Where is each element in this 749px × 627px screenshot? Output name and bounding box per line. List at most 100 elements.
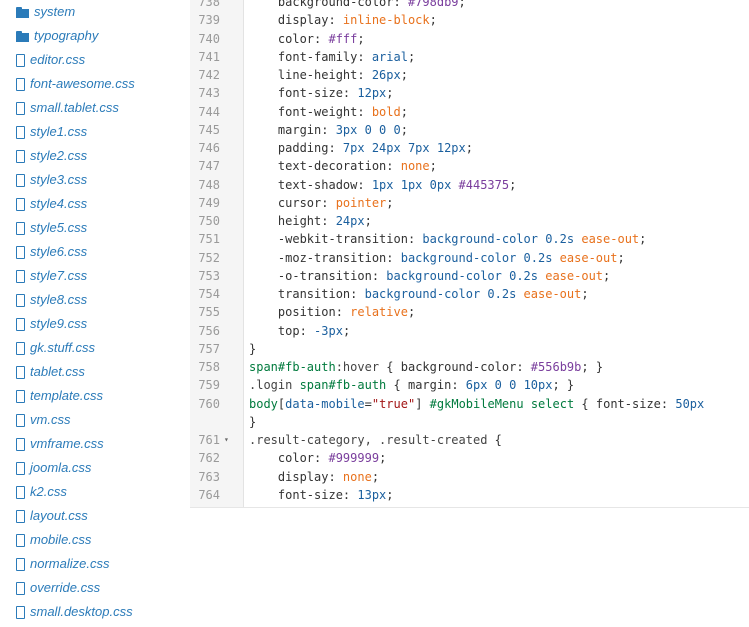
tree-file-item[interactable]: style1.css: [16, 120, 87, 144]
tree-file-item[interactable]: style5.css: [16, 216, 87, 240]
file-tree-panel: system typography editor.css font-awesome.c…: [0, 0, 190, 627]
code-token: top:: [249, 323, 315, 338]
code-token: #556b9b: [530, 360, 582, 374]
code-token: 7px 24px 7px 12px: [342, 141, 466, 155]
code-line: margin: 3px 0 0 0;: [249, 121, 408, 139]
code-line: background-color: #798db9;: [249, 0, 466, 11]
code-line: font-size: 12px;: [249, 84, 394, 102]
code-token: {: [379, 360, 401, 374]
file-icon: [16, 101, 25, 115]
tree-file-item[interactable]: tablet.css: [16, 360, 85, 384]
code-token: ;: [379, 451, 387, 466]
line-number: 755: [198, 305, 220, 320]
tree-item-label: typography: [34, 28, 99, 43]
code-line: height: 24px;: [249, 212, 372, 230]
code-token: font-family:: [249, 49, 372, 64]
code-line: display: inline-block;: [249, 11, 437, 29]
code-editor[interactable]: 738 739 740 741 742 743 744 745 746 747 748 749 750 7…: [190, 0, 749, 508]
code-token: ;: [407, 49, 416, 64]
tree-file-item[interactable]: style4.css: [16, 192, 87, 216]
file-icon: [16, 269, 25, 283]
code-token: arial: [371, 49, 408, 64]
line-number: 763: [198, 469, 220, 484]
code-line: text-shadow: 1px 1px 0px #445375;: [249, 176, 516, 194]
code-token: ;: [371, 469, 380, 484]
line-number: 754: [198, 287, 220, 301]
code-token: "true": [371, 396, 416, 411]
tree-folder-item[interactable]: typography: [16, 24, 98, 48]
tree-file-item[interactable]: k2.css: [16, 480, 67, 504]
code-token: margin:: [249, 122, 336, 137]
tree-file-item[interactable]: template.css: [16, 384, 103, 408]
code-token: 24px: [335, 214, 365, 228]
tree-file-item[interactable]: override.css: [16, 576, 100, 600]
code-token: 12px: [357, 86, 387, 101]
tree-file-item[interactable]: style9.css: [16, 312, 87, 336]
code-token: #gkMobileMenu: [429, 396, 524, 411]
code-token: pointer: [335, 195, 387, 210]
tree-file-item[interactable]: gk.stuff.css: [16, 336, 95, 360]
line-number: 756: [198, 323, 220, 338]
code-token: 50px: [675, 396, 705, 411]
code-token: =: [364, 396, 372, 411]
tree-item-label: small.tablet.css: [30, 100, 119, 115]
code-token: text-decoration:: [249, 159, 401, 174]
tree-file-item[interactable]: style8.css: [16, 288, 87, 312]
code-token: #798db9: [407, 0, 459, 9]
code-token: :hover: [335, 360, 380, 374]
code-area[interactable]: background-color: #798db9; display: inli…: [244, 0, 749, 507]
tree-item-label: style1.css: [30, 124, 88, 139]
code-token: ; }: [581, 360, 604, 374]
tree-file-item[interactable]: small.desktop.css: [16, 600, 133, 624]
code-token: ;: [400, 122, 408, 137]
code-token: ;: [400, 68, 408, 82]
line-number: 749: [198, 195, 220, 210]
tree-file-item[interactable]: small.tablet.css: [16, 96, 119, 120]
tree-file-item[interactable]: vmframe.css: [16, 432, 104, 456]
code-token: .login: [249, 378, 300, 393]
fold-toggle-icon[interactable]: ▾: [224, 431, 229, 449]
code-token: 13px: [357, 487, 387, 502]
line-number: 757: [198, 341, 220, 356]
code-token: 26px: [371, 68, 401, 82]
line-number: 760: [198, 396, 220, 411]
tree-file-item[interactable]: vm.css: [16, 408, 70, 432]
code-token: ;: [581, 287, 589, 301]
tree-file-item[interactable]: style3.css: [16, 168, 87, 192]
tree-item-label: template.css: [30, 388, 103, 403]
code-line: cursor: pointer;: [249, 194, 394, 212]
tree-item-label: k2.css: [30, 484, 67, 499]
code-line: span#fb-auth:hover { background-color: #…: [249, 358, 603, 376]
line-number: 741: [198, 49, 220, 64]
code-line: -o-transition: background-color 0.2s eas…: [249, 267, 610, 285]
code-token: }: [249, 414, 257, 429]
file-icon: [16, 437, 25, 451]
code-token: 6px 0 0 10px: [465, 378, 553, 393]
tree-item-label: style7.css: [30, 268, 88, 283]
tree-file-item[interactable]: normalize.css: [16, 552, 109, 576]
code-line: top: -3px;: [249, 322, 350, 340]
tree-file-item[interactable]: joomla.css: [16, 456, 91, 480]
tree-file-item[interactable]: font-awesome.css: [16, 72, 135, 96]
file-icon: [16, 293, 25, 307]
code-token: ;: [342, 323, 351, 338]
tree-file-item[interactable]: style7.css: [16, 264, 87, 288]
folder-icon: [16, 6, 29, 18]
file-icon: [16, 77, 25, 91]
tree-file-item[interactable]: layout.css: [16, 504, 88, 528]
tree-file-item[interactable]: editor.css: [16, 48, 85, 72]
tree-file-item[interactable]: mobile.css: [16, 528, 91, 552]
tree-item-label: mobile.css: [30, 532, 92, 547]
code-token: ;: [429, 159, 437, 174]
code-token: font-size:: [249, 86, 358, 101]
code-token: ;: [639, 232, 647, 247]
code-token: display:: [249, 469, 343, 484]
code-token: ;: [617, 250, 625, 265]
tree-item-label: font-awesome.css: [30, 76, 135, 91]
code-token: none: [400, 159, 430, 174]
tree-folder-item[interactable]: system: [16, 0, 75, 24]
tree-file-item[interactable]: style6.css: [16, 240, 87, 264]
code-token: -o-transition:: [249, 268, 387, 283]
code-token: ;: [509, 177, 517, 192]
tree-file-item[interactable]: style2.css: [16, 144, 87, 168]
